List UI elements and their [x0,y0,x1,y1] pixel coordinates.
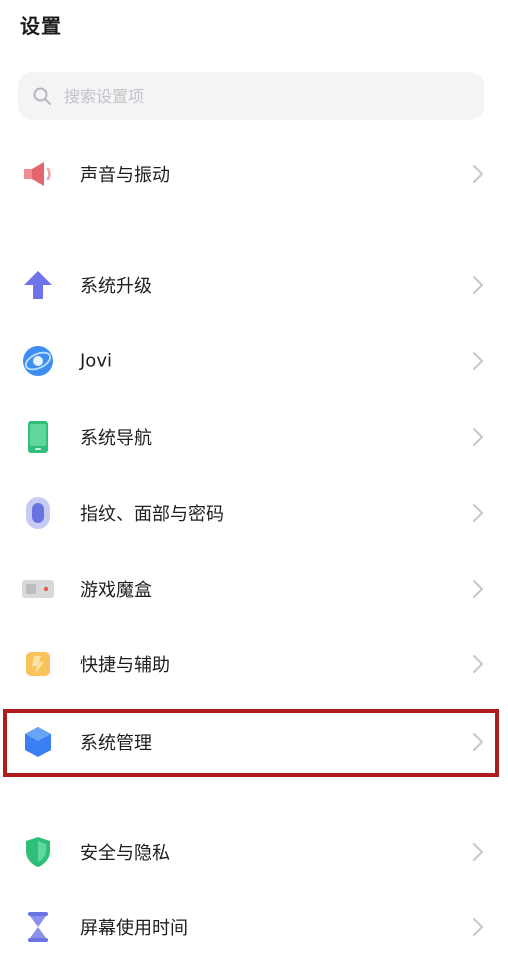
shield-icon [20,835,56,869]
settings-item-label: 游戏魔盒 [80,580,152,601]
settings-item-label: 系统导航 [80,428,152,449]
search-icon [33,87,51,105]
chevron-right-icon [473,352,483,370]
settings-item-nav[interactable]: 系统导航 [0,407,508,467]
settings-item-label: 声音与振动 [80,165,170,186]
settings-item-label: 屏幕使用时间 [80,918,188,939]
settings-item-label: 指纹、面部与密码 [80,504,224,525]
settings-item-label: 系统升级 [80,276,152,297]
chevron-right-icon [473,655,483,673]
chevron-right-icon [473,504,483,522]
settings-item-screen-time[interactable]: 屏幕使用时间 [0,897,508,957]
settings-item-sound[interactable]: 声音与振动 [0,144,508,204]
chevron-right-icon [473,843,483,861]
settings-item-fingerprint[interactable]: 指纹、面部与密码 [0,483,508,543]
chevron-right-icon [473,428,483,446]
chevron-right-icon [473,165,483,183]
settings-item-game[interactable]: 游戏魔盒 [0,559,508,619]
fingerprint-icon [20,496,56,530]
search-bar[interactable] [18,72,484,120]
jovi-icon [20,344,56,378]
search-input[interactable] [62,85,446,107]
highlight-box [3,709,499,777]
settings-item-privacy[interactable]: 安全与隐私 [0,822,508,882]
settings-item-label: 快捷与辅助 [80,655,170,676]
chevron-right-icon [473,918,483,936]
settings-item-shortcut[interactable]: 快捷与辅助 [0,634,508,694]
phone-nav-icon [20,420,56,454]
settings-item-label: Jovi [80,350,112,372]
settings-item-label: 安全与隐私 [80,843,170,864]
chevron-right-icon [473,580,483,598]
page-title: 设置 [20,14,62,38]
game-box-icon [20,572,56,606]
speaker-icon [20,157,56,191]
shortcut-icon [20,647,56,681]
chevron-right-icon [473,276,483,294]
settings-item-jovi[interactable]: Jovi [0,331,508,391]
hourglass-icon [20,910,56,944]
arrow-up-icon [20,268,56,302]
settings-item-update[interactable]: 系统升级 [0,255,508,315]
